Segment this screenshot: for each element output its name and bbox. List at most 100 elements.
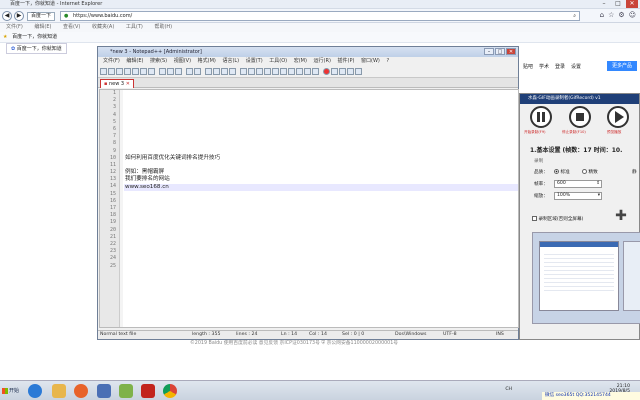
back-button[interactable]: ◀ <box>2 11 12 21</box>
folder-workspace-icon[interactable] <box>304 68 311 75</box>
menu-help[interactable]: 帮助(H) <box>154 24 172 30</box>
menu-tools[interactable]: 工具(T) <box>126 24 143 30</box>
wrap-icon[interactable] <box>256 68 263 75</box>
all-chars-icon[interactable] <box>264 68 271 75</box>
save-macro-icon[interactable] <box>355 68 362 75</box>
np-close-button[interactable]: ✕ <box>506 48 516 55</box>
menu-file[interactable]: 文件(F) <box>6 24 23 30</box>
fps-stepper[interactable]: 600 ⇕ <box>554 180 602 188</box>
np-minimize-button[interactable]: – <box>484 48 494 55</box>
open-file-icon[interactable] <box>108 68 115 75</box>
link-settings[interactable]: 设置 <box>571 63 581 70</box>
np-menu-language[interactable]: 语言(L) <box>222 58 239 64</box>
function-list-icon[interactable] <box>296 68 303 75</box>
zoom-in-icon[interactable] <box>221 68 228 75</box>
redo-icon[interactable] <box>194 68 201 75</box>
udl-icon[interactable] <box>280 68 287 75</box>
favorite-item[interactable]: 百度一下，你就知道 <box>12 34 57 40</box>
close-all-icon[interactable] <box>140 68 147 75</box>
np-menu-tools[interactable]: 工具(O) <box>269 58 287 64</box>
editor-area[interactable]: 1 2 3 4 5 6 7 8 9 10 11 12 13 14 15 16 17 18 19 20 21 22 23 24 2… <box>99 89 519 328</box>
sync-v-icon[interactable] <box>240 68 247 75</box>
menu-view[interactable]: 查看(V) <box>63 24 80 30</box>
start-button[interactable]: 开始 <box>1 385 23 397</box>
notepadpp-window: *new 3 - Notepad++ [Administrator] – □ ✕… <box>97 46 519 340</box>
menu-favorites[interactable]: 收藏夹(A) <box>92 24 114 30</box>
search-icon[interactable]: ⌕ <box>573 12 576 20</box>
notepadpp-taskbar-icon[interactable] <box>119 384 133 398</box>
save-all-icon[interactable] <box>124 68 131 75</box>
np-menu-edit[interactable]: 编辑(E) <box>126 58 143 64</box>
favorites-star-icon[interactable]: ☆ <box>608 11 614 19</box>
np-menu-settings[interactable]: 设置(T) <box>246 58 263 64</box>
sync-h-icon[interactable] <box>248 68 255 75</box>
record-macro-icon[interactable] <box>323 68 330 75</box>
explorer-taskbar-icon[interactable] <box>52 384 66 398</box>
scale-select[interactable]: 100% ▾ <box>554 192 602 200</box>
maximize-button[interactable]: □ <box>612 0 624 8</box>
region-checkbox-box[interactable] <box>532 216 537 221</box>
quality-normal-option[interactable]: 标准 <box>554 169 570 175</box>
print-icon[interactable] <box>148 68 155 75</box>
firefox-taskbar-icon[interactable] <box>74 384 88 398</box>
replace-icon[interactable] <box>213 68 220 75</box>
indent-guide-icon[interactable] <box>272 68 279 75</box>
link-xueshu[interactable]: 学术 <box>539 63 549 70</box>
new-file-icon[interactable] <box>100 68 107 75</box>
play-macro-icon[interactable] <box>339 68 346 75</box>
stop-macro-icon[interactable] <box>331 68 338 75</box>
favorites-icon[interactable]: ★ <box>3 34 7 40</box>
run-macro-multi-icon[interactable] <box>347 68 354 75</box>
minimize-button[interactable]: – <box>598 0 610 8</box>
doc-tab-new3[interactable]: ▪ new 3 ✕ <box>100 79 134 88</box>
more-products-button[interactable]: 更多产品 <box>607 61 637 71</box>
doc-tab-close-icon[interactable]: ✕ <box>126 81 130 87</box>
monitor-icon[interactable] <box>312 68 319 75</box>
cut-icon[interactable] <box>159 68 166 75</box>
np-maximize-button[interactable]: □ <box>495 48 505 55</box>
zoom-out-icon[interactable] <box>229 68 236 75</box>
stop-record-button[interactable] <box>569 106 591 128</box>
close-button[interactable]: ✕ <box>626 0 638 8</box>
np-menu-macro[interactable]: 宏(M) <box>294 58 307 64</box>
np-menu-window[interactable]: 窗口(W) <box>361 58 380 64</box>
ie-mini-tab[interactable]: 百度一下 <box>27 11 56 21</box>
np-menu-search[interactable]: 搜索(S) <box>150 58 167 64</box>
url-input[interactable]: ● https://www.baidu.com/ ⌕ <box>60 11 580 21</box>
network-taskbar-icon[interactable] <box>97 384 111 398</box>
np-menu-help[interactable]: ? <box>386 58 389 64</box>
quality-fine-option[interactable]: 精致 <box>582 169 598 175</box>
np-menu-run[interactable]: 运行(R) <box>314 58 331 64</box>
ie-taskbar-icon[interactable] <box>28 384 42 398</box>
np-menu-plugins[interactable]: 插件(P) <box>338 58 355 64</box>
region-checkbox[interactable]: 录制区域(否则全屏幕) <box>532 216 583 222</box>
close-file-icon[interactable] <box>132 68 139 75</box>
radio-fine-icon[interactable] <box>582 169 587 174</box>
paste-icon[interactable] <box>175 68 182 75</box>
ie-tab-baidu[interactable]: ✿ 百度一下，你就知道 <box>6 43 67 54</box>
save-icon[interactable] <box>116 68 123 75</box>
undo-icon[interactable] <box>186 68 193 75</box>
forward-button[interactable]: ▶ <box>14 11 24 21</box>
gear-icon[interactable]: ⚙ <box>618 11 624 19</box>
np-menu-file[interactable]: 文件(F) <box>103 58 120 64</box>
spin-icon[interactable]: ⇕ <box>596 181 600 187</box>
doc-map-icon[interactable] <box>288 68 295 75</box>
np-menu-format[interactable]: 格式(M) <box>198 58 216 64</box>
chrome-taskbar-icon[interactable] <box>163 384 177 398</box>
menu-edit[interactable]: 编辑(E) <box>34 24 51 30</box>
home-icon[interactable]: ⌂ <box>600 11 604 19</box>
smiley-icon[interactable]: ☺ <box>629 11 636 19</box>
copy-icon[interactable] <box>167 68 174 75</box>
input-method[interactable]: CH <box>505 387 512 392</box>
recorder-taskbar-icon[interactable] <box>141 384 155 398</box>
np-menu-view[interactable]: 视图(V) <box>174 58 191 64</box>
radio-normal-icon[interactable] <box>554 169 559 174</box>
find-icon[interactable] <box>205 68 212 75</box>
crosshair-plus-icon[interactable]: ✚ <box>615 209 627 223</box>
start-record-button[interactable] <box>530 106 552 128</box>
chevron-down-icon[interactable]: ▾ <box>598 193 600 199</box>
preview-play-button[interactable] <box>607 106 629 128</box>
link-tieba[interactable]: 贴吧 <box>523 63 533 70</box>
link-login[interactable]: 登录 <box>555 63 565 70</box>
